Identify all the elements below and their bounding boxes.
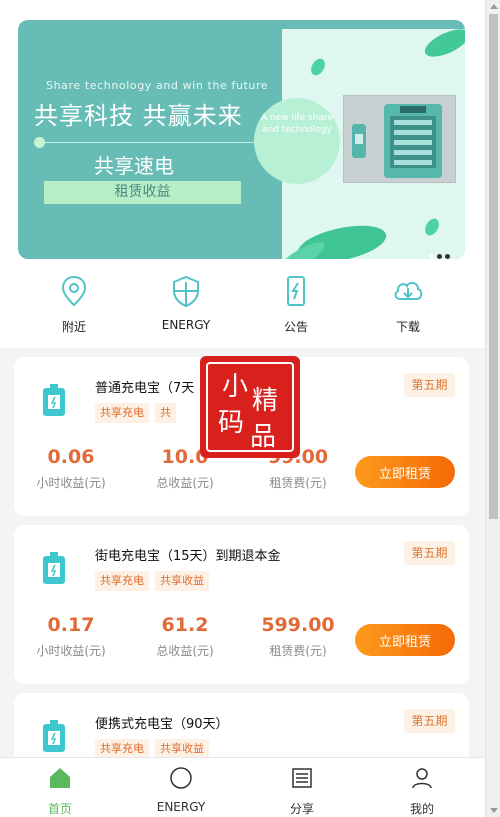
total-value: 61.2 (161, 614, 209, 636)
tab-share[interactable]: 分享 (262, 766, 342, 817)
vertical-scrollbar[interactable] (485, 0, 500, 817)
product-title: 普通充电宝（7天 (95, 381, 195, 396)
app-page: Share technology and win the future 共享科技… (0, 0, 485, 817)
cloud-download-icon (394, 281, 423, 300)
hourly-value: 0.06 (47, 446, 95, 468)
phone-charge-icon (287, 276, 305, 306)
location-pin-icon (61, 275, 87, 307)
tab-label: 首页 (47, 802, 72, 816)
user-icon (412, 768, 432, 789)
quick-nav-label: 下载 (395, 320, 420, 334)
tab-home[interactable]: 首页 (20, 766, 100, 817)
product-tags: 共享充电 共享收益 (95, 569, 215, 591)
charging-station-image (343, 95, 456, 183)
hourly-label: 小时收益(元) (36, 476, 106, 490)
tab-label: 分享 (289, 802, 314, 816)
promo-banner[interactable]: Share technology and win the future 共享科技… (18, 20, 465, 259)
hourly-value: 0.17 (47, 614, 95, 636)
product-title: 街电充电宝（15天）到期退本金 (95, 549, 281, 564)
tab-profile[interactable]: 我的 (382, 766, 462, 817)
hourly-label: 小时收益(元) (36, 644, 106, 658)
quick-nav-label: 附近 (61, 320, 86, 334)
hourly-earnings: 0.06 小时收益(元) (16, 446, 126, 491)
tab-label: ENERGY (156, 800, 206, 814)
rental-fee: 599.00 租赁费(元) (243, 614, 353, 659)
period-badge: 第五期 (404, 541, 455, 565)
seal-char: 码 (218, 408, 245, 438)
banner-dot-2[interactable] (437, 254, 442, 259)
period-badge: 第五期 (404, 709, 455, 733)
total-label: 总收益(元) (156, 476, 214, 490)
banner-dot (34, 137, 45, 148)
shield-icon (173, 275, 199, 308)
banner-cn-slogan: 共享科技 共赢未来 (34, 102, 243, 130)
rent-now-button[interactable]: 立即租赁 (355, 456, 455, 488)
tab-label: 我的 (409, 802, 434, 816)
banner-subtitle: 共享速电 (94, 154, 174, 178)
fee-value: 599.00 (261, 614, 335, 636)
scrollbar-thumb[interactable] (489, 14, 498, 519)
power-bank-icon (43, 720, 65, 752)
period-badge: 第五期 (404, 373, 455, 397)
banner-en-slogan: Share technology and win the future (46, 79, 269, 92)
tag: 共 (155, 403, 176, 423)
tag: 共享收益 (155, 571, 209, 591)
banner-dot-1[interactable] (429, 254, 434, 259)
bottom-tab-bar: 首页 ENERGY 分享 我的 (0, 757, 485, 817)
power-bank-icon (43, 384, 65, 416)
quick-nav-energy[interactable]: ENERGY (146, 274, 226, 332)
header-section: Share technology and win the future 共享科技… (0, 0, 485, 348)
quick-nav-download[interactable]: 下载 (368, 274, 448, 335)
quick-nav: 附近 ENERGY 公告 下载 (0, 274, 485, 338)
tag: 共享充电 (95, 571, 149, 591)
total-earnings: 61.2 总收益(元) (130, 614, 240, 659)
quick-nav-notice[interactable]: 公告 (256, 274, 336, 335)
list-icon (292, 768, 312, 788)
tab-energy[interactable]: ENERGY (141, 766, 221, 814)
fee-label: 租赁费(元) (269, 476, 327, 490)
power-bank-icon (43, 552, 65, 584)
banner-pagination (426, 244, 450, 259)
banner-bubble: A new life share and technology (254, 98, 340, 184)
quick-nav-nearby[interactable]: 附近 (34, 274, 114, 335)
product-tags: 共享充电共 (95, 401, 182, 423)
tag: 共享充电 (95, 739, 149, 759)
product-card[interactable]: 街电充电宝（15天）到期退本金 第五期 共享充电 共享收益 0.17 小时收益(元… (14, 525, 469, 684)
scroll-up-arrow-icon[interactable] (490, 4, 498, 9)
quick-nav-label: ENERGY (161, 318, 211, 332)
seal-char: 精 (252, 386, 279, 416)
product-title: 便携式充电宝（90天） (95, 717, 229, 732)
circle-icon (170, 767, 192, 789)
hourly-earnings: 0.17 小时收益(元) (16, 614, 126, 659)
rent-now-button[interactable]: 立即租赁 (355, 624, 455, 656)
tag: 共享充电 (95, 403, 149, 423)
watermark-seal: 小 精 码 品 (200, 356, 300, 458)
tag: 共享收益 (155, 739, 209, 759)
home-icon (50, 768, 70, 788)
seal-char: 小 (222, 372, 249, 402)
banner-tag: 租赁收益 (44, 181, 241, 204)
scroll-down-arrow-icon[interactable] (490, 808, 498, 813)
product-tags: 共享充电 共享收益 (95, 737, 215, 759)
quick-nav-label: 公告 (283, 320, 308, 334)
seal-char: 品 (250, 422, 277, 452)
banner-dot-3[interactable] (445, 254, 450, 259)
total-label: 总收益(元) (156, 644, 214, 658)
fee-label: 租赁费(元) (269, 644, 327, 658)
